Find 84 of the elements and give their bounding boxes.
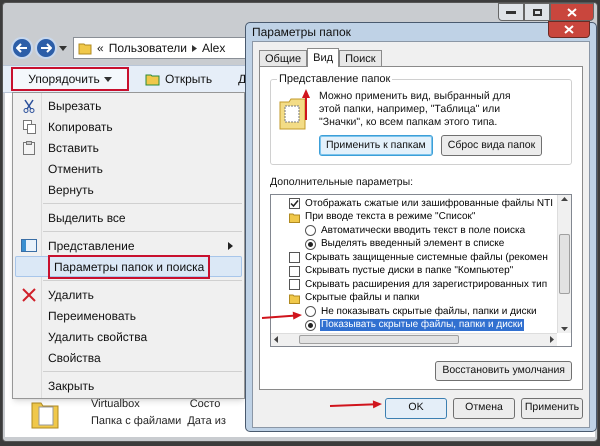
folder-icon bbox=[289, 292, 300, 304]
folder-icon bbox=[289, 212, 300, 222]
forward-button[interactable] bbox=[35, 37, 57, 59]
setting-label[interactable]: Отображать сжатые или зашифрованные файлы NTI bbox=[304, 198, 554, 210]
menu-item[interactable]: Параметры папок и поиска bbox=[15, 256, 242, 277]
chevron-right-icon[interactable] bbox=[192, 44, 198, 52]
folder-view-icon bbox=[279, 96, 307, 130]
toolbar-button[interactable]: Открыть bbox=[135, 67, 222, 91]
scissors-icon bbox=[23, 98, 35, 112]
menu-item[interactable]: Отменить bbox=[15, 158, 242, 179]
close-icon bbox=[567, 8, 577, 16]
scroll-right-icon[interactable] bbox=[550, 336, 554, 344]
clipboard-icon bbox=[23, 140, 35, 154]
menu-item[interactable]: Переименовать bbox=[15, 305, 242, 326]
close-button[interactable] bbox=[550, 3, 594, 21]
horizontal-scrollbar[interactable] bbox=[271, 332, 557, 346]
delete-icon bbox=[22, 288, 36, 302]
pointer-arrow bbox=[330, 400, 382, 408]
maximize-button[interactable] bbox=[524, 3, 550, 21]
menu-item[interactable]: Удалить свойства bbox=[15, 326, 242, 347]
setting-label[interactable]: Скрывать защищенные системные файлы (рекомен bbox=[304, 252, 549, 264]
group-title: Представление папок bbox=[277, 73, 392, 86]
view-button[interactable]: Сброс вида папок bbox=[440, 135, 542, 156]
radio-button[interactable] bbox=[305, 306, 316, 317]
menu-item[interactable]: Удалить bbox=[15, 284, 242, 305]
checkbox[interactable] bbox=[289, 198, 300, 209]
setting-label[interactable]: Не показывать скрытые файлы, папки и диски bbox=[320, 306, 538, 318]
setting-label[interactable]: Выделять введенный элемент в списке bbox=[320, 238, 506, 250]
checkbox[interactable] bbox=[289, 252, 300, 263]
arrow-right-icon bbox=[40, 43, 52, 53]
group-description: Можно применить вид, выбранный для этой папки, например, "Таблица" или "Значки", ко всем папкам этого типа. bbox=[319, 90, 512, 129]
minimize-button[interactable] bbox=[498, 3, 524, 21]
folder-icon bbox=[78, 41, 92, 55]
radio-button[interactable] bbox=[305, 320, 316, 330]
caret-down-icon bbox=[104, 76, 112, 82]
copy-icon bbox=[22, 120, 36, 134]
radio-button[interactable] bbox=[305, 238, 316, 250]
scroll-down-icon[interactable] bbox=[561, 326, 568, 331]
dialog-button[interactable]: Применить bbox=[521, 398, 583, 419]
breadcrumb-prefix[interactable]: « bbox=[97, 39, 104, 57]
setting-label[interactable]: Скрывать расширения для зарегистрированных тип bbox=[304, 278, 548, 290]
breadcrumb-segment[interactable]: Alex bbox=[202, 39, 226, 57]
restore-defaults-button[interactable]: Восстановить умолчания bbox=[435, 360, 572, 381]
dialog-button[interactable]: OK bbox=[385, 398, 447, 419]
file-type: Папка с файлами bbox=[90, 414, 182, 428]
folder-icon bbox=[145, 72, 161, 86]
scroll-left-icon[interactable] bbox=[274, 336, 278, 344]
tab[interactable]: Общие bbox=[259, 50, 308, 66]
checkbox[interactable] bbox=[289, 279, 300, 290]
tab[interactable]: Вид bbox=[307, 48, 340, 67]
setting-label[interactable]: При вводе текста в режиме "Список" bbox=[304, 211, 476, 223]
menu-item[interactable]: Вставить bbox=[15, 137, 242, 158]
pointer-arrow bbox=[262, 312, 302, 320]
radio-button[interactable] bbox=[305, 225, 316, 236]
file-name[interactable]: Virtualbox bbox=[67, 396, 140, 412]
dropdown-caret-icon[interactable] bbox=[59, 46, 67, 50]
menu-item[interactable]: Представление bbox=[15, 235, 242, 256]
scroll-up-icon[interactable] bbox=[561, 196, 568, 201]
close-button[interactable] bbox=[548, 20, 590, 38]
back-button[interactable] bbox=[11, 37, 33, 59]
menu-item[interactable]: Вернуть bbox=[15, 179, 242, 200]
setting-label[interactable]: Скрывать пустые диски в папке "Компьютер" bbox=[304, 265, 514, 277]
breadcrumb-segment[interactable]: Пользователи bbox=[108, 39, 188, 57]
setting-label[interactable]: Показывать скрытые файлы, папки и диски bbox=[320, 319, 524, 331]
vertical-scrollbar[interactable] bbox=[557, 194, 571, 333]
setting-label[interactable]: Автоматически вводить текст в поле поиска bbox=[320, 224, 526, 236]
menu-item[interactable]: Копировать bbox=[15, 116, 242, 137]
pointer-arrow bbox=[302, 89, 310, 120]
menu-item[interactable]: Вырезать bbox=[15, 95, 242, 116]
tab[interactable]: Поиск bbox=[339, 50, 382, 66]
advanced-settings-label: Дополнительные параметры: bbox=[270, 175, 414, 190]
toolbar-button[interactable]: Упорядочить bbox=[11, 67, 129, 91]
menu-item[interactable]: Закрыть bbox=[15, 375, 242, 396]
file-status: Состо bbox=[190, 397, 220, 412]
arrow-left-icon bbox=[16, 43, 28, 53]
menu-item[interactable]: Свойства bbox=[15, 347, 242, 368]
close-icon bbox=[564, 24, 574, 34]
setting-label[interactable]: Скрытые файлы и папки bbox=[304, 292, 420, 304]
file-date: Дата из bbox=[187, 414, 226, 428]
checkbox[interactable] bbox=[289, 266, 300, 276]
layout-icon bbox=[21, 239, 37, 252]
view-button[interactable]: Применить к папкам bbox=[319, 135, 433, 156]
dialog-button[interactable]: Отмена bbox=[453, 398, 515, 419]
menu-item[interactable]: Выделить все bbox=[15, 207, 242, 228]
